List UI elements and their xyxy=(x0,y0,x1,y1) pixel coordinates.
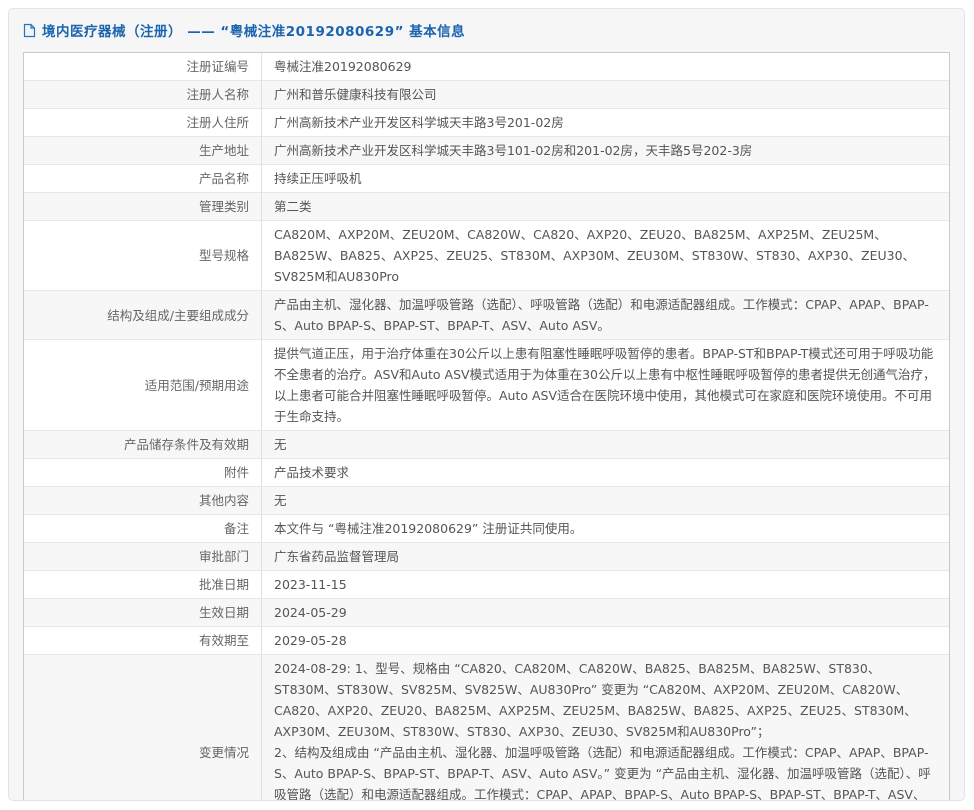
row-label-text: 产品名称 xyxy=(199,168,249,189)
row-value-text: 2029-05-28 xyxy=(274,630,347,651)
row-value-text: 无 xyxy=(274,434,287,455)
row-label-text: 结构及组成/主要组成成分 xyxy=(107,305,249,326)
row-value-text: 第二类 xyxy=(274,196,312,217)
row-value: 广州高新技术产业开发区科学城天丰路3号101-02房和201-02房，天丰路5号… xyxy=(262,137,949,164)
row-value: 产品由主机、湿化器、加温呼吸管路（选配）、呼吸管路（选配）和电源适配器组成。工作… xyxy=(262,291,949,339)
row-value: 持续正压呼吸机 xyxy=(262,165,949,192)
table-row: 管理类别 第二类 xyxy=(24,193,949,221)
registration-info-card: 境内医疗器械（注册） —— “粤械注准20192080629” 基本信息 注册证… xyxy=(8,8,965,801)
row-value: 粤械注准20192080629 xyxy=(262,53,949,80)
row-label: 有效期至 xyxy=(24,627,262,654)
table-row: 结构及组成/主要组成成分 产品由主机、湿化器、加温呼吸管路（选配）、呼吸管路（选配… xyxy=(24,291,949,340)
row-value-paragraph: 2024-08-29: 1、型号、规格由 “CA820、CA820M、CA820… xyxy=(274,658,937,742)
table-row: 注册人住所 广州高新技术产业开发区科学城天丰路3号201-02房 xyxy=(24,109,949,137)
row-value: 2024-08-29: 1、型号、规格由 “CA820、CA820M、CA820… xyxy=(262,655,949,801)
row-label-text: 审批部门 xyxy=(199,546,249,567)
document-icon xyxy=(23,23,36,38)
row-label: 生产地址 xyxy=(24,137,262,164)
row-value-text: 广东省药品监督管理局 xyxy=(274,546,399,567)
row-label: 产品名称 xyxy=(24,165,262,192)
row-label: 其他内容 xyxy=(24,487,262,514)
row-value-text: 广州高新技术产业开发区科学城天丰路3号101-02房和201-02房，天丰路5号… xyxy=(274,140,752,161)
row-label: 注册证编号 xyxy=(24,53,262,80)
row-value-text: 广州高新技术产业开发区科学城天丰路3号201-02房 xyxy=(274,112,564,133)
row-value-text: 产品技术要求 xyxy=(274,462,349,483)
row-label: 注册人名称 xyxy=(24,81,262,108)
row-value-text: 持续正压呼吸机 xyxy=(274,168,362,189)
table-row: 型号规格 CA820M、AXP20M、ZEU20M、CA820W、CA820、AX… xyxy=(24,221,949,291)
row-label-text: 附件 xyxy=(224,462,249,483)
row-value: 2023-11-15 xyxy=(262,571,949,598)
table-row: 审批部门 广东省药品监督管理局 xyxy=(24,543,949,571)
row-value: 2024-05-29 xyxy=(262,599,949,626)
table-row: 注册人名称 广州和普乐健康科技有限公司 xyxy=(24,81,949,109)
row-value-text: CA820M、AXP20M、ZEU20M、CA820W、CA820、AXP20、… xyxy=(274,224,937,287)
registration-info-table: 注册证编号粤械注准20192080629注册人名称广州和普乐健康科技有限公司注册… xyxy=(23,52,950,801)
table-row: 其他内容 无 xyxy=(24,487,949,515)
table-row: 产品储存条件及有效期 无 xyxy=(24,431,949,459)
row-label-text: 管理类别 xyxy=(199,196,249,217)
row-value: 提供气道正压，用于治疗体重在30公斤以上患有阻塞性睡眠呼吸暂停的患者。BPAP-… xyxy=(262,340,949,430)
row-value: 2029-05-28 xyxy=(262,627,949,654)
table-row: 生效日期 2024-05-29 xyxy=(24,599,949,627)
row-label: 批准日期 xyxy=(24,571,262,598)
row-value-text: 本文件与 “粤械注准20192080629” 注册证共同使用。 xyxy=(274,518,582,539)
row-label: 备注 xyxy=(24,515,262,542)
row-value-text: 无 xyxy=(274,490,287,511)
row-value-paragraphs: 2024-08-29: 1、型号、规格由 “CA820、CA820M、CA820… xyxy=(274,658,937,801)
row-label-text: 注册人名称 xyxy=(186,84,249,105)
row-label-text: 其他内容 xyxy=(199,490,249,511)
row-label: 适用范围/预期用途 xyxy=(24,340,262,430)
row-label-text: 变更情况 xyxy=(199,742,249,763)
row-value: 无 xyxy=(262,431,949,458)
row-label: 注册人住所 xyxy=(24,109,262,136)
row-label-text: 注册人住所 xyxy=(186,112,249,133)
row-label-text: 批准日期 xyxy=(199,574,249,595)
row-label: 型号规格 xyxy=(24,221,262,290)
row-label: 管理类别 xyxy=(24,193,262,220)
page-title: 境内医疗器械（注册） —— “粤械注准20192080629” 基本信息 xyxy=(42,20,465,40)
row-value: 广东省药品监督管理局 xyxy=(262,543,949,570)
row-value-text: 粤械注准20192080629 xyxy=(274,56,411,77)
row-label: 产品储存条件及有效期 xyxy=(24,431,262,458)
table-row: 附件 产品技术要求 xyxy=(24,459,949,487)
row-value: 广州高新技术产业开发区科学城天丰路3号201-02房 xyxy=(262,109,949,136)
row-value: 无 xyxy=(262,487,949,514)
table-row: 注册证编号 粤械注准20192080629 xyxy=(24,53,949,81)
row-value: 第二类 xyxy=(262,193,949,220)
row-label-text: 生效日期 xyxy=(199,602,249,623)
row-label-text: 注册证编号 xyxy=(186,56,249,77)
row-value: 本文件与 “粤械注准20192080629” 注册证共同使用。 xyxy=(262,515,949,542)
row-value-text: 产品由主机、湿化器、加温呼吸管路（选配）、呼吸管路（选配）和电源适配器组成。工作… xyxy=(274,294,937,336)
row-value: CA820M、AXP20M、ZEU20M、CA820W、CA820、AXP20、… xyxy=(262,221,949,290)
row-value-text: 广州和普乐健康科技有限公司 xyxy=(274,84,437,105)
table-row: 生产地址 广州高新技术产业开发区科学城天丰路3号101-02房和201-02房，天… xyxy=(24,137,949,165)
card-header: 境内医疗器械（注册） —— “粤械注准20192080629” 基本信息 xyxy=(9,9,964,50)
row-label-text: 适用范围/预期用途 xyxy=(145,375,249,396)
row-value-text: 提供气道正压，用于治疗体重在30公斤以上患有阻塞性睡眠呼吸暂停的患者。BPAP-… xyxy=(274,343,937,427)
row-value: 广州和普乐健康科技有限公司 xyxy=(262,81,949,108)
row-label: 生效日期 xyxy=(24,599,262,626)
row-label: 审批部门 xyxy=(24,543,262,570)
table-row: 适用范围/预期用途 提供气道正压，用于治疗体重在30公斤以上患有阻塞性睡眠呼吸暂停… xyxy=(24,340,949,431)
table-row: 有效期至 2029-05-28 xyxy=(24,627,949,655)
table-row: 变更情况 2024-08-29: 1、型号、规格由 “CA820、CA820M、C… xyxy=(24,655,949,801)
row-label-text: 型号规格 xyxy=(199,245,249,266)
row-label-text: 生产地址 xyxy=(199,140,249,161)
row-label-text: 备注 xyxy=(224,518,249,539)
row-label: 附件 xyxy=(24,459,262,486)
row-value-paragraph: 2、结构及组成由 “产品由主机、湿化器、加温呼吸管路（选配）和电源适配器组成。工… xyxy=(274,742,937,801)
table-row: 产品名称 持续正压呼吸机 xyxy=(24,165,949,193)
row-label-text: 产品储存条件及有效期 xyxy=(124,434,249,455)
row-label-text: 有效期至 xyxy=(199,630,249,651)
row-value: 产品技术要求 xyxy=(262,459,949,486)
row-value-text: 2024-05-29 xyxy=(274,602,347,623)
row-value-text: 2023-11-15 xyxy=(274,574,347,595)
row-label: 变更情况 xyxy=(24,655,262,801)
table-row: 批准日期 2023-11-15 xyxy=(24,571,949,599)
row-label: 结构及组成/主要组成成分 xyxy=(24,291,262,339)
table-row: 备注 本文件与 “粤械注准20192080629” 注册证共同使用。 xyxy=(24,515,949,543)
